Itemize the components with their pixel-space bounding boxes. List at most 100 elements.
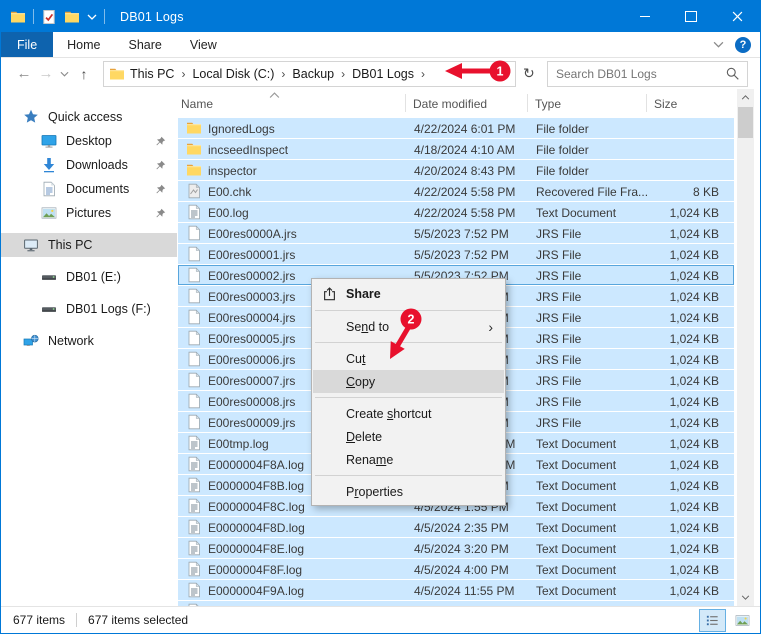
column-divider[interactable]: [405, 94, 406, 112]
pc-icon: [23, 237, 39, 253]
search-input[interactable]: [548, 62, 747, 86]
column-header-date-modified[interactable]: Date modified: [413, 97, 487, 111]
submenu-chevron-icon: ›: [488, 320, 493, 334]
sidebar-item-db01-e[interactable]: DB01 (E:): [1, 265, 177, 289]
recent-locations-chevron-icon[interactable]: [57, 71, 71, 77]
page-icon: [186, 288, 202, 304]
file-name: E00res00008.jrs: [208, 395, 295, 409]
tab-file[interactable]: File: [1, 32, 53, 57]
sidebar-item-label: Pictures: [66, 206, 111, 220]
file-row-inspector[interactable]: inspector4/20/2024 8:43 PMFile folder: [178, 160, 734, 180]
sidebar-item-db01-logs-f[interactable]: DB01 Logs (F:): [1, 297, 177, 321]
scrollbar-thumb[interactable]: [738, 107, 753, 138]
close-icon: [732, 11, 743, 22]
sidebar-item-label: DB01 Logs (F:): [66, 302, 151, 316]
minimize-button[interactable]: [622, 1, 668, 32]
textdoc-icon: [186, 561, 202, 577]
breadcrumb-segment-this-pc[interactable]: This PC: [130, 67, 174, 81]
breadcrumb-segment-backup[interactable]: Backup: [292, 67, 334, 81]
breadcrumb-chevron-icon: ›: [281, 67, 285, 81]
menu-item-label: Create shortcut: [346, 407, 431, 421]
file-name: E00res00002.jrs: [208, 269, 295, 283]
vertical-scrollbar[interactable]: [737, 89, 754, 606]
file-row-e0000004f8d-log[interactable]: E0000004F8D.log4/5/2024 2:35 PMText Docu…: [178, 517, 734, 537]
column-divider[interactable]: [527, 94, 528, 112]
chk-icon: [186, 183, 202, 199]
column-header-name[interactable]: Name: [181, 97, 213, 111]
textdoc-icon: [186, 477, 202, 493]
file-row-e00-log[interactable]: E00.log4/22/2024 5:58 PMText Document1,0…: [178, 202, 734, 222]
menu-divider: [315, 397, 502, 398]
file-date-modified: 4/5/2024 4:00 PM: [414, 563, 509, 577]
file-row-e00res0000a-jrs[interactable]: E00res0000A.jrs5/5/2023 7:52 PMJRS File1…: [178, 223, 734, 243]
file-row-e0000004f8f-log[interactable]: E0000004F8F.log4/5/2024 4:00 PMText Docu…: [178, 559, 734, 579]
new-folder-qat-icon[interactable]: [64, 9, 80, 25]
file-name: IgnoredLogs: [208, 122, 275, 136]
details-view-button[interactable]: [699, 609, 726, 632]
file-name: E00res00005.jrs: [208, 332, 295, 346]
textdoc-icon: [186, 519, 202, 535]
file-size: 1,024 KB: [618, 206, 719, 220]
menu-item-rename[interactable]: Rename: [313, 448, 504, 471]
sidebar-item-label: DB01 (E:): [66, 270, 121, 284]
sidebar-item-downloads[interactable]: Downloads: [1, 153, 177, 177]
sidebar-item-label: This PC: [48, 238, 92, 252]
scroll-down-icon[interactable]: [737, 589, 754, 606]
menu-item-create-shortcut[interactable]: Create shortcut: [313, 402, 504, 425]
sidebar-item-network[interactable]: Network: [1, 329, 177, 353]
close-button[interactable]: [714, 1, 760, 32]
up-button[interactable]: ↑: [73, 66, 95, 82]
menu-item-send-to[interactable]: Send to›: [313, 315, 504, 338]
page-icon: [186, 414, 202, 430]
file-type: JRS File: [536, 416, 581, 430]
tab-share[interactable]: Share: [115, 32, 176, 57]
tab-view[interactable]: View: [176, 32, 231, 57]
menu-item-share[interactable]: Share: [313, 281, 504, 306]
forward-button[interactable]: →: [35, 65, 57, 82]
menu-item-cut[interactable]: Cut: [313, 347, 504, 370]
column-header-size[interactable]: Size: [654, 97, 677, 111]
breadcrumb-segment-db01-logs[interactable]: DB01 Logs: [352, 67, 414, 81]
tab-home[interactable]: Home: [53, 32, 114, 57]
page-icon: [186, 225, 202, 241]
titlebar: DB01 Logs: [1, 1, 760, 32]
file-row-e00res00001-jrs[interactable]: E00res00001.jrs5/5/2023 7:52 PMJRS File1…: [178, 244, 734, 264]
address-dropdown-chevron-icon[interactable]: [501, 71, 511, 77]
refresh-button[interactable]: ↻: [523, 65, 535, 82]
menu-item-delete[interactable]: Delete: [313, 425, 504, 448]
file-row-incseedinspect[interactable]: incseedInspect4/18/2024 4:10 AMFile fold…: [178, 139, 734, 159]
breadcrumb-segment-local-disk-c[interactable]: Local Disk (C:): [192, 67, 274, 81]
drive-icon: [41, 269, 57, 285]
help-button[interactable]: ?: [735, 37, 751, 53]
breadcrumb-bar[interactable]: This PC›Local Disk (C:)›Backup›DB01 Logs…: [103, 61, 516, 87]
column-header-type[interactable]: Type: [535, 97, 561, 111]
file-row-e00-chk[interactable]: E00.chk4/22/2024 5:58 PMRecovered File F…: [178, 181, 734, 201]
ribbon-expand-chevron-icon[interactable]: [713, 41, 724, 48]
file-size: 1,024 KB: [618, 395, 719, 409]
search-icon[interactable]: [725, 66, 740, 81]
thumbnails-view-button[interactable]: [729, 609, 756, 632]
menu-item-copy[interactable]: Copy: [313, 370, 504, 393]
sidebar-item-pictures[interactable]: Pictures: [1, 201, 177, 225]
file-row-e0000004f8e-log[interactable]: E0000004F8E.log4/5/2024 3:20 PMText Docu…: [178, 538, 734, 558]
textdoc-icon: [186, 456, 202, 472]
qat-customize-chevron-icon[interactable]: [87, 14, 97, 20]
back-button[interactable]: ←: [13, 65, 35, 82]
file-row-ignoredlogs[interactable]: IgnoredLogs4/22/2024 6:01 PMFile folder: [178, 118, 734, 138]
sidebar-item-documents[interactable]: Documents: [1, 177, 177, 201]
properties-qat-icon[interactable]: [41, 9, 57, 25]
page-icon: [186, 246, 202, 262]
column-divider[interactable]: [646, 94, 647, 112]
sidebar-item-desktop[interactable]: Desktop: [1, 129, 177, 153]
file-name: E00.chk: [208, 185, 251, 199]
sidebar-item-this-pc[interactable]: This PC: [1, 233, 177, 257]
sidebar-item-quick-access[interactable]: Quick access: [1, 105, 177, 129]
file-name: E00res00003.jrs: [208, 290, 295, 304]
menu-item-properties[interactable]: Properties: [313, 480, 504, 503]
file-row-e0000004f9a-log[interactable]: E0000004F9A.log4/5/2024 11:55 PMText Doc…: [178, 580, 734, 600]
scroll-up-icon[interactable]: [737, 89, 754, 106]
file-type: File folder: [536, 164, 589, 178]
file-name: E0000004F9A.log: [208, 584, 304, 598]
explorer-window-icon: [10, 9, 26, 25]
maximize-button[interactable]: [668, 1, 714, 32]
